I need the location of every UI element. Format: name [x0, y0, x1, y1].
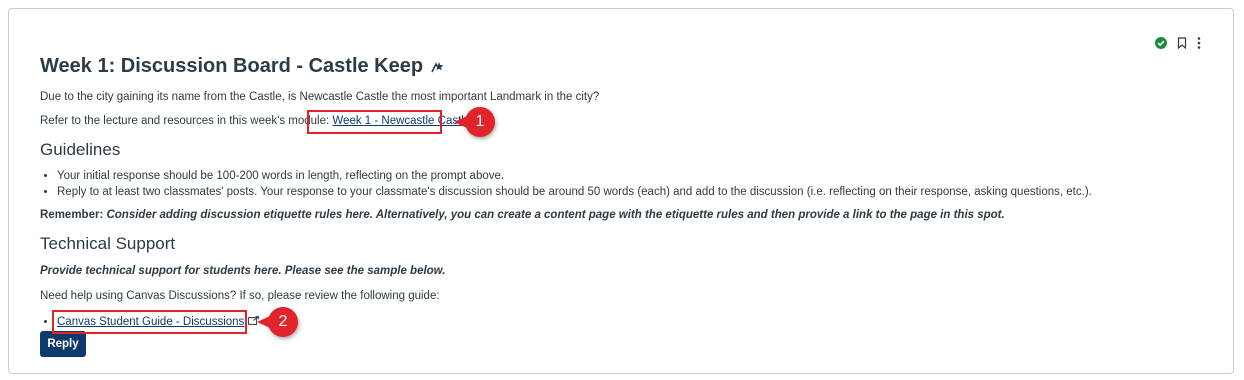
refer-text: Refer to the lecture and resources in th…: [40, 115, 333, 127]
discussion-title: Week 1: Discussion Board - Castle Keep: [40, 55, 424, 77]
callout-badge-1: 1: [454, 107, 495, 137]
guideline-item: Reply to at least two classmates' posts.…: [57, 184, 1092, 200]
bookmark-icon[interactable]: [1177, 37, 1187, 49]
reply-button[interactable]: Reply: [40, 331, 86, 357]
callout-badge-2: 2: [257, 307, 298, 337]
top-actions: [1155, 37, 1201, 49]
help-text: Need help using Canvas Discussions? If s…: [40, 290, 440, 302]
remember-paragraph: Remember: Consider adding discussion eti…: [40, 209, 1005, 221]
intro-text: Due to the city gaining its name from th…: [40, 91, 600, 103]
remember-label: Remember:: [40, 209, 104, 221]
discussion-card: Week 1: Discussion Board - Castle Keep D…: [8, 8, 1234, 374]
kebab-menu-icon[interactable]: [1197, 37, 1201, 49]
highlight-box-guide-link: [52, 310, 247, 334]
guideline-item: Your initial response should be 100-200 …: [57, 168, 1092, 184]
speedgrader-icon[interactable]: [431, 61, 446, 73]
tech-support-heading: Technical Support: [40, 234, 176, 253]
page-title: Week 1: Discussion Board - Castle Keep: [40, 55, 446, 78]
guidelines-list: Your initial response should be 100-200 …: [40, 168, 1092, 200]
highlight-box-module-link: [307, 110, 442, 134]
remember-text: Consider adding discussion etiquette rul…: [103, 209, 1005, 221]
tech-note: Provide technical support for students h…: [40, 265, 446, 277]
guidelines-heading: Guidelines: [40, 140, 121, 159]
published-check-icon[interactable]: [1155, 37, 1167, 49]
